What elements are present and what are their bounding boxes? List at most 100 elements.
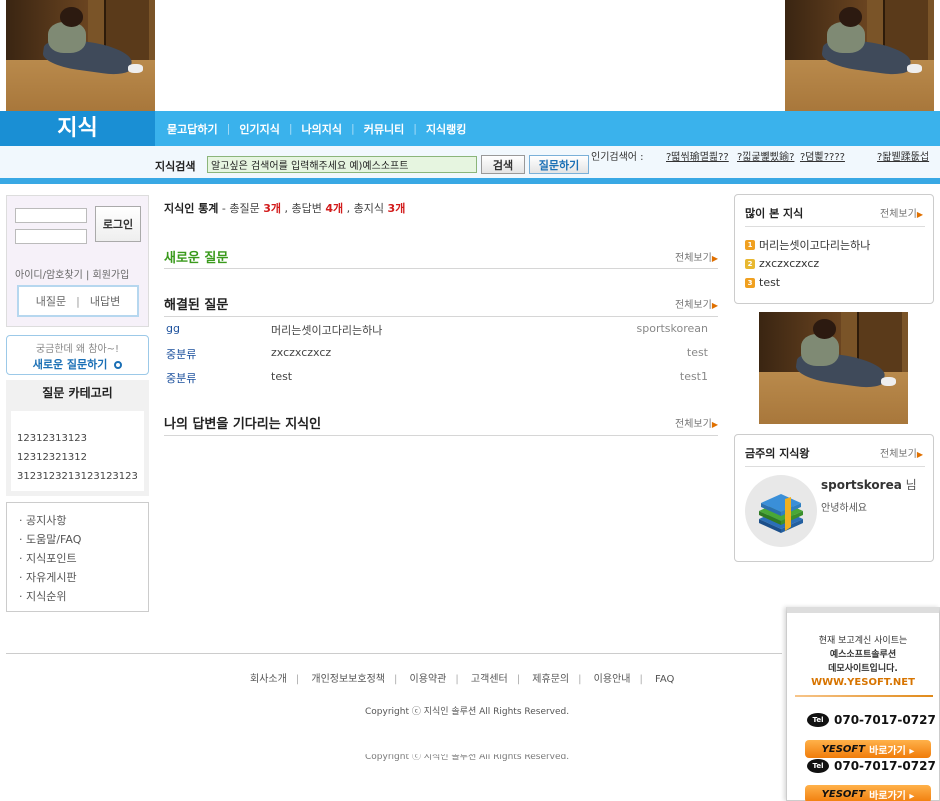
divider — [164, 435, 718, 436]
nav-my[interactable]: 나의지식 — [302, 121, 342, 137]
my-answer-link[interactable]: 내답변 — [90, 293, 120, 309]
divider — [164, 316, 718, 317]
header-photo-left — [6, 0, 155, 111]
row-title[interactable]: zxczxczxcz — [271, 346, 331, 359]
more-link[interactable]: 전체보기▶ — [880, 445, 923, 460]
banner-phone: Tel 070-7017-0727 — [807, 759, 936, 773]
banner-text: 데모사이트입니다. — [828, 664, 898, 674]
footer-link[interactable]: 제휴문의 — [532, 674, 569, 685]
rank-3-icon: 3 — [745, 277, 755, 288]
nav-community[interactable]: 커뮤니티 — [364, 121, 404, 137]
row-user: test1 — [679, 370, 708, 383]
row-user: sportskorean — [636, 322, 708, 335]
account-links[interactable]: 아이디/암호찾기 | 회원가입 — [15, 266, 129, 281]
category-item[interactable]: 3123123213123123123 — [17, 467, 140, 486]
banner-url[interactable]: WWW.YESOFT.NET — [787, 677, 939, 688]
password-input[interactable] — [15, 229, 87, 244]
more-link[interactable]: 전체보기▶ — [675, 249, 718, 264]
category-title: 질문 카테고리 — [6, 380, 149, 406]
nav-qa[interactable]: 묻고답하기 — [167, 121, 218, 137]
banner-go-button[interactable]: YESOFT 바로가기 ▸ — [805, 785, 931, 801]
weekly-king-title: 금주의 지식왕 — [745, 447, 810, 460]
footer-link[interactable]: 이용안내 — [594, 674, 631, 685]
footer-links: 회사소개 | 개인정보보호정책 | 이용약관 | 고객센터 | 제휴문의 | 이용안내 | … — [250, 674, 675, 685]
row-title[interactable]: 머리는셋이고다리는하나 — [271, 322, 382, 338]
banner-go-button[interactable]: YESOFT 바로가기 ▸ — [805, 740, 931, 758]
arrow-right-icon: ▶ — [711, 254, 718, 263]
row-category[interactable]: gg — [166, 322, 180, 335]
more-link[interactable]: 전체보기▶ — [880, 205, 923, 220]
userid-input[interactable] — [15, 208, 87, 223]
yesoft-banner: 현재 보고계신 사이트는 예스소프트솔루션 데모사이트입니다. WWW.YESO… — [786, 607, 940, 801]
most-viewed-box: 많이 본 지식 전체보기▶ 1 머리는셋이고다리는하나 2 zxczxczxcz 3… — [734, 194, 934, 304]
copyright: Copyright ⓒ 지식인 솔루션 All Rights Reserved. — [365, 707, 570, 717]
most-viewed-title: 많이 본 지식 — [745, 207, 804, 220]
footer-link[interactable]: 개인정보보호정책 — [311, 674, 385, 685]
category-box: 12312313123 12312321312 3123123213123123… — [6, 406, 149, 496]
login-button[interactable]: 로그인 — [95, 206, 141, 242]
more-link[interactable]: 전체보기▶ — [675, 296, 718, 311]
footer-link[interactable]: 회사소개 — [250, 674, 287, 685]
category-item[interactable]: 12312321312 — [17, 448, 140, 467]
footer-divider — [6, 653, 782, 654]
my-question-link[interactable]: 내질문 — [36, 293, 66, 309]
main-nav: 묻고답하기 | 인기지식 | 나의지식 | 커뮤니티 | 지식랭킹 — [167, 121, 467, 137]
side-menu: · 공지사항 · 도움말/FAQ · 지식포인트 · 자유게시판 · 지식순위 — [6, 502, 149, 612]
king-name[interactable]: sportskorea 님 — [821, 476, 917, 493]
table-row[interactable]: 중분류 test test1 — [166, 370, 708, 389]
circle-arrow-icon — [114, 361, 123, 369]
menu-points[interactable]: · 지식포인트 — [19, 549, 148, 568]
nav-popular[interactable]: 인기지식 — [239, 121, 279, 137]
divider — [164, 268, 718, 269]
row-user: test — [686, 346, 708, 359]
popular-keyword[interactable]: ?돪붿蹂뚮섭 — [877, 148, 929, 163]
divider — [0, 178, 940, 184]
brand-logo[interactable]: 지식 — [0, 111, 155, 146]
footer-link[interactable]: 고객센터 — [471, 674, 508, 685]
menu-faq[interactable]: · 도움말/FAQ — [19, 530, 148, 549]
header-photo-right — [785, 0, 934, 111]
rank-2-icon: 2 — [745, 258, 755, 269]
popular-keyword[interactable]: ?뗣씪瑜멸쾶?? — [666, 148, 729, 163]
arrow-right-icon: ▶ — [711, 420, 718, 429]
list-item[interactable]: 2 zxczxczxcz — [745, 257, 819, 270]
menu-notice[interactable]: · 공지사항 — [19, 511, 148, 530]
side-photo — [759, 312, 908, 424]
rank-1-icon: 1 — [745, 240, 755, 250]
search-label: 지식검색 — [155, 160, 196, 173]
tel-icon: Tel — [807, 759, 829, 773]
banner-text: 예스소프트솔루션 — [829, 650, 897, 660]
row-category[interactable]: 중분류 — [166, 370, 196, 386]
weekly-king-box: 금주의 지식왕 전체보기▶ sportskorea 님 안녕하세요 — [734, 434, 934, 562]
tel-icon: Tel — [807, 713, 829, 727]
category-item[interactable]: 12312313123 — [17, 429, 140, 448]
list-item[interactable]: 1 머리는셋이고다리는하나 — [745, 237, 870, 253]
ask-link[interactable]: 새로운 질문하기 — [7, 356, 148, 372]
row-title[interactable]: test — [271, 370, 292, 383]
ask-button[interactable]: 질문하기 — [529, 155, 589, 174]
section-waiting: 나의 답변을 기다리는 지식인 — [164, 417, 322, 432]
footer-link[interactable]: 이용약관 — [410, 674, 447, 685]
search-button[interactable]: 검색 — [481, 155, 525, 174]
banner-phone: Tel 070-7017-0727 — [807, 713, 936, 727]
table-row[interactable]: 중분류 zxczxczxcz test — [166, 346, 708, 365]
list-item[interactable]: 3 test — [745, 276, 780, 289]
popular-keyword[interactable]: ?낇굹뼱삤鍮? — [737, 148, 794, 163]
popular-keyword[interactable]: ?뎜삁???? — [800, 148, 845, 163]
copyright: Copyright ⓒ 지식인 솔루션 All Rights Reserved. — [365, 752, 570, 762]
more-link[interactable]: 전체보기▶ — [675, 415, 718, 430]
section-new-questions: 새로운 질문 — [164, 251, 229, 266]
login-box: 로그인 아이디/암호찾기 | 회원가입 내질문 | 내답변 — [6, 195, 149, 327]
popular-label: 인기검색어 : — [591, 152, 644, 163]
search-input[interactable] — [207, 156, 477, 173]
menu-freeboard[interactable]: · 자유게시판 — [19, 568, 148, 587]
row-category[interactable]: 중분류 — [166, 346, 196, 362]
table-row[interactable]: gg 머리는셋이고다리는하나 sportskorean — [166, 322, 708, 341]
menu-ranking[interactable]: · 지식순위 — [19, 587, 148, 606]
nav-ranking[interactable]: 지식랭킹 — [426, 121, 466, 137]
footer-link[interactable]: FAQ — [655, 674, 674, 685]
my-qa-box: 내질문 | 내답변 — [17, 285, 139, 317]
new-question-box[interactable]: 궁금한데 왜 참아~! 새로운 질문하기 — [6, 335, 149, 375]
section-solved-questions: 해결된 질문 — [164, 298, 229, 313]
king-message: 안녕하세요 — [821, 503, 867, 514]
